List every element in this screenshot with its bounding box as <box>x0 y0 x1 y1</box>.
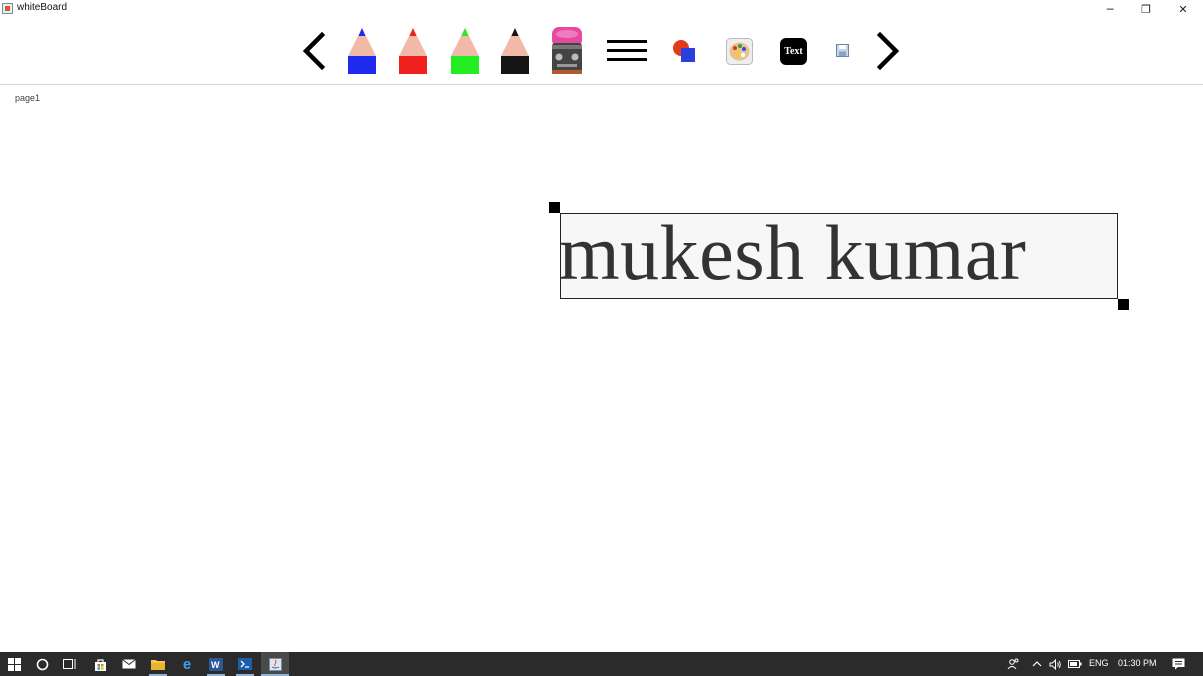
people-icon[interactable] <box>1004 652 1022 676</box>
restore-button[interactable]: ❐ <box>1128 0 1164 18</box>
task-view-button[interactable] <box>60 652 80 676</box>
eraser-icon <box>552 27 582 74</box>
taskbar: e W ENG 01:30 PM <box>0 652 1203 676</box>
clock[interactable]: 01:30 PM <box>1118 658 1157 668</box>
red-pencil-icon <box>399 28 427 74</box>
shapes-button[interactable] <box>672 39 697 64</box>
next-page-button[interactable] <box>874 32 902 70</box>
shopping-bag-icon <box>94 658 106 671</box>
java-app-icon <box>2 3 13 14</box>
page-label: page1 <box>15 93 41 103</box>
input-language[interactable]: ENG <box>1089 658 1109 668</box>
text-box[interactable]: mukesh kumar <box>559 209 1118 299</box>
toolbar: Text <box>0 18 1203 85</box>
black-pencil-icon <box>501 28 529 74</box>
title-bar: whiteBoard ─ ❐ ✕ <box>0 0 1203 18</box>
search-circle-icon <box>36 658 48 670</box>
previous-page-button[interactable] <box>300 32 328 70</box>
close-button[interactable]: ✕ <box>1165 0 1201 18</box>
blue-pencil-icon <box>348 28 376 74</box>
battery-icon[interactable] <box>1066 652 1084 676</box>
mail-button[interactable] <box>119 652 139 676</box>
svg-text:W: W <box>211 660 220 670</box>
notification-icon <box>1172 658 1184 670</box>
text-box-content[interactable]: mukesh kumar <box>559 208 1026 298</box>
menu-lines-icon <box>607 40 647 61</box>
store-button[interactable] <box>90 652 110 676</box>
window-title: whiteBoard <box>17 2 68 13</box>
green-pencil-icon <box>451 28 479 74</box>
powershell-icon <box>238 658 252 670</box>
folder-icon <box>151 660 165 670</box>
resize-handle-bottom-right[interactable] <box>1118 299 1129 310</box>
edge-icon: e <box>182 655 192 673</box>
line-width-button[interactable] <box>607 38 647 64</box>
black-pencil-button[interactable] <box>501 26 529 74</box>
whiteboard-window: whiteBoard ─ ❐ ✕ Text page1 mukesh kumar <box>0 0 1203 652</box>
word-icon: W <box>209 657 223 671</box>
mail-icon <box>122 659 136 669</box>
minimize-button[interactable]: ─ <box>1092 0 1128 18</box>
edge-browser-button[interactable]: e <box>177 652 197 676</box>
shapes-icon <box>673 40 695 62</box>
show-hidden-icons-chevron-up-icon[interactable] <box>1030 652 1044 676</box>
volume-icon[interactable] <box>1047 652 1063 676</box>
color-palette-button[interactable] <box>726 38 753 65</box>
java-icon <box>268 657 282 671</box>
eraser-button[interactable] <box>551 26 583 74</box>
action-center-button[interactable] <box>1168 652 1188 676</box>
whiteboard-taskbar-button[interactable] <box>261 652 289 676</box>
text-tool-label: Text <box>784 46 803 57</box>
blue-pencil-button[interactable] <box>348 26 376 74</box>
windows-logo-icon <box>7 657 21 671</box>
word-button[interactable]: W <box>205 652 227 676</box>
floppy-disk-icon <box>836 44 849 57</box>
file-explorer-button[interactable] <box>147 652 169 676</box>
powershell-button[interactable] <box>234 652 256 676</box>
text-tool-button[interactable]: Text <box>780 38 807 65</box>
red-pencil-button[interactable] <box>399 26 427 74</box>
green-pencil-button[interactable] <box>451 26 479 74</box>
chevron-left-icon <box>302 32 326 70</box>
save-button[interactable] <box>836 44 849 57</box>
start-button[interactable] <box>4 652 24 676</box>
drawing-canvas[interactable]: page1 mukesh kumar <box>0 86 1203 652</box>
cortana-button[interactable] <box>32 652 52 676</box>
chevron-right-icon <box>876 32 900 70</box>
palette-icon <box>726 38 753 65</box>
task-view-icon <box>63 659 76 669</box>
